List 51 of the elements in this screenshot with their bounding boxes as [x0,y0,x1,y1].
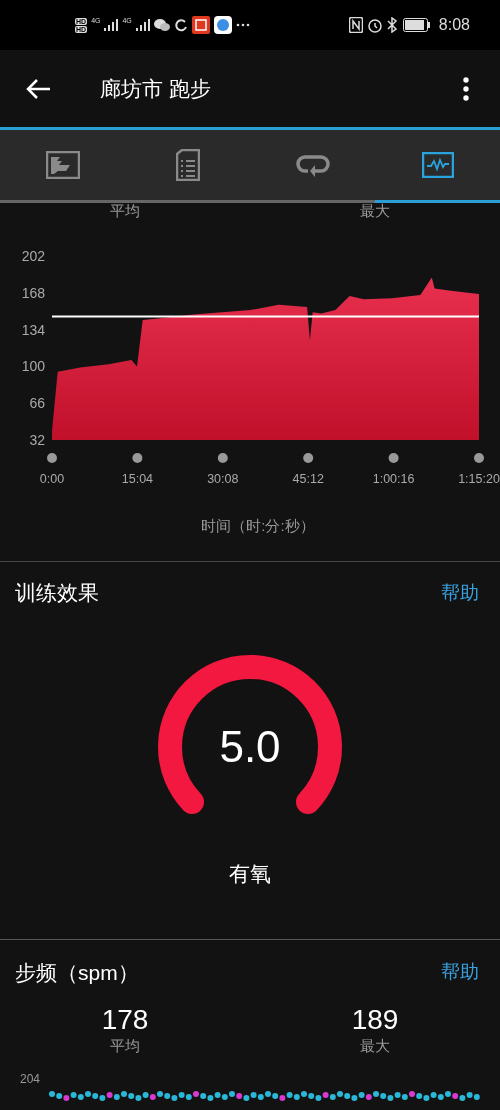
waveform-chart-icon [421,152,454,178]
stat-label: 最大 [360,1036,390,1056]
y-tick-label: 66 [29,395,45,412]
x-tick-label: 1:15:20 [458,472,500,486]
globe-app-icon [213,16,232,34]
gauge-value: 5.0 [219,725,281,769]
stat-value: 189 [351,1005,399,1035]
nfc-icon [348,17,363,33]
x-tick-dot [47,453,57,463]
app-icon [191,16,210,34]
y-tick-label: 100 [21,358,45,375]
effect-label: 有氧 [229,861,271,887]
x-tick-dot [474,453,484,463]
menu-icon [463,76,469,101]
alarm-icon [366,17,383,33]
help-link[interactable]: 帮助 [441,578,479,608]
x-tick-label: 30:08 [207,472,239,486]
loop-arrow-icon [295,152,330,178]
back-arrow-icon [26,77,52,100]
battery-icon [402,18,431,32]
x-tick-dot [388,453,399,463]
sync-icon [173,18,188,32]
section-title: 训练效果 [15,580,99,607]
signal-icon [135,19,150,31]
x-tick-dot [217,453,228,463]
section-title: 步频（spm） [15,959,139,986]
x-tick-dot [303,453,314,463]
x-tick-label: 0:00 [39,472,65,486]
x-tick-label: 15:04 [121,472,154,486]
stat-label: 平均 [110,1036,140,1056]
stat-value: 178 [101,1005,149,1035]
map-icon [45,151,80,179]
signal-icon [104,19,119,31]
more-dots-icon [235,23,250,27]
stat-label: 最大 [359,203,391,221]
page-title: 廊坊市 跑步 [100,75,212,102]
x-tick-label: 45:12 [292,472,324,486]
chat-bubbles-icon [153,17,170,33]
document-list-icon [175,149,200,181]
x-tick-label: 1:00:16 [372,472,415,486]
axis-title: 时间（时:分:秒） [201,517,315,534]
x-tick-dot [132,453,143,463]
y-tick-label: 32 [29,432,45,448]
y-tick-label: 202 [21,248,45,264]
y-tick-label: 204 [20,1071,41,1086]
bluetooth-icon [386,17,397,33]
y-tick-label: 134 [21,321,45,338]
y-tick-label: 168 [21,284,45,301]
time-label: 8:08 [438,15,470,35]
help-link[interactable]: 帮助 [441,958,479,987]
stat-label: 平均 [109,203,141,221]
